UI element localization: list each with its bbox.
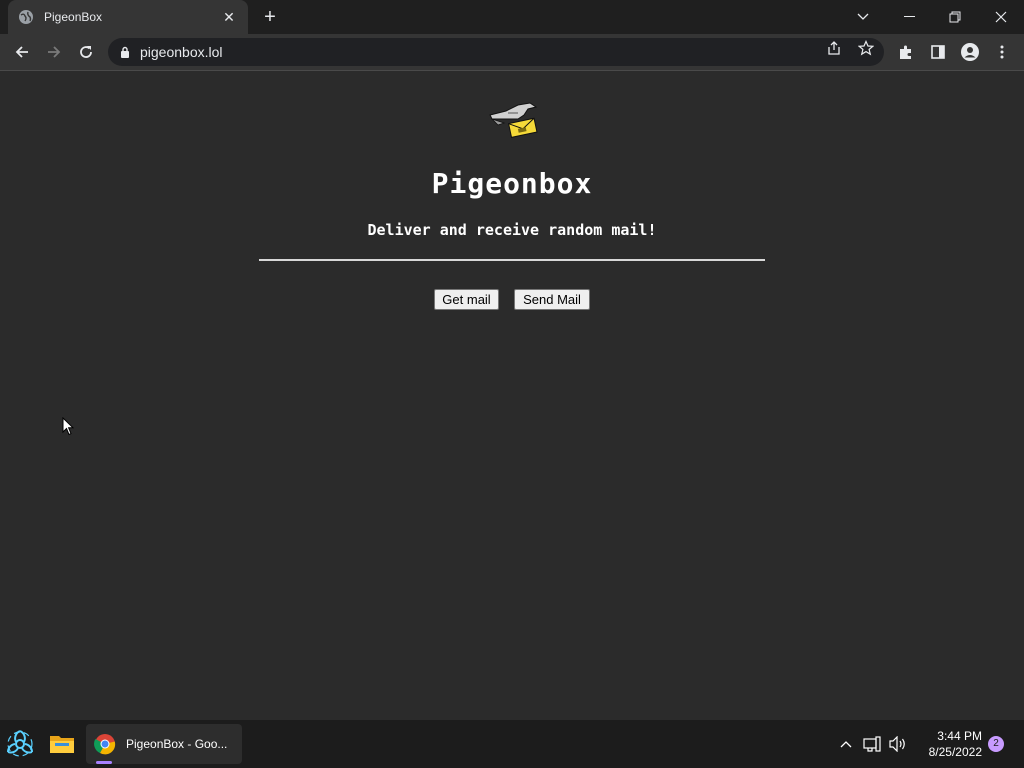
extensions-button[interactable] <box>892 38 920 66</box>
restore-button[interactable] <box>932 0 978 34</box>
pigeon-logo-icon <box>489 102 538 138</box>
speaker-icon <box>889 736 905 752</box>
forward-arrow-icon <box>48 46 61 58</box>
volume-button[interactable] <box>888 734 908 754</box>
globe-icon <box>19 10 33 24</box>
network-button[interactable] <box>862 734 882 754</box>
browser-toolbar: pigeonbox.lol <box>0 34 1024 71</box>
page-content: Pigeonbox Deliver and receive random mai… <box>0 71 1024 720</box>
network-icon <box>863 736 881 752</box>
folder-icon <box>50 736 74 753</box>
clock-date: 8/25/2022 <box>928 745 982 759</box>
reload-button[interactable] <box>72 38 100 66</box>
new-tab-button[interactable]: + <box>258 6 282 28</box>
page-tagline: Deliver and receive random mail! <box>367 221 657 239</box>
active-window-indicator <box>96 761 112 764</box>
url-text: pigeonbox.lol <box>140 44 223 60</box>
chevron-up-icon <box>840 741 852 748</box>
side-panel-icon <box>931 45 945 59</box>
tab-title: PigeonBox <box>44 10 103 24</box>
puzzle-icon <box>900 45 911 59</box>
back-arrow-icon <box>15 46 28 58</box>
taskbar: PigeonBox - Goo... 3:44 PM 8/25/2022 2 <box>0 720 1024 768</box>
back-button[interactable] <box>8 38 36 66</box>
tab-search-icon[interactable] <box>840 0 886 34</box>
taskbar-chrome-label: PigeonBox - Goo... <box>126 737 228 751</box>
clock-time: 3:44 PM <box>937 729 982 743</box>
side-panel-button[interactable] <box>924 38 952 66</box>
biohazard-icon <box>6 730 34 757</box>
notification-badge[interactable]: 2 <box>988 736 1004 752</box>
avatar-icon <box>961 43 979 61</box>
divider <box>259 259 765 261</box>
share-icon[interactable] <box>826 40 842 56</box>
page-title: Pigeonbox <box>431 167 593 200</box>
file-explorer-button[interactable] <box>44 724 80 764</box>
minimize-button[interactable] <box>886 0 932 34</box>
close-tab-icon[interactable]: ✕ <box>220 9 238 26</box>
close-window-button[interactable] <box>978 0 1024 34</box>
tab-pigeonbox[interactable]: PigeonBox ✕ <box>8 0 248 34</box>
address-bar[interactable]: pigeonbox.lol <box>108 38 884 66</box>
lock-icon[interactable] <box>120 46 130 59</box>
get-mail-button[interactable]: Get mail <box>434 289 499 310</box>
menu-button[interactable] <box>988 38 1016 66</box>
taskbar-chrome-window[interactable]: PigeonBox - Goo... <box>86 724 242 764</box>
tab-strip: PigeonBox ✕ + <box>0 0 1024 34</box>
mouse-cursor-icon <box>62 417 74 436</box>
send-mail-button[interactable]: Send Mail <box>514 289 590 310</box>
forward-button[interactable] <box>40 38 68 66</box>
reload-icon <box>80 46 92 58</box>
bookmark-star-icon[interactable] <box>858 40 874 56</box>
start-button[interactable] <box>0 724 40 764</box>
system-clock[interactable]: 3:44 PM 8/25/2022 <box>916 728 982 760</box>
chrome-icon <box>94 734 116 755</box>
kebab-menu-icon <box>1000 45 1004 59</box>
profile-button[interactable] <box>956 38 984 66</box>
show-hidden-icons-button[interactable] <box>836 734 856 754</box>
